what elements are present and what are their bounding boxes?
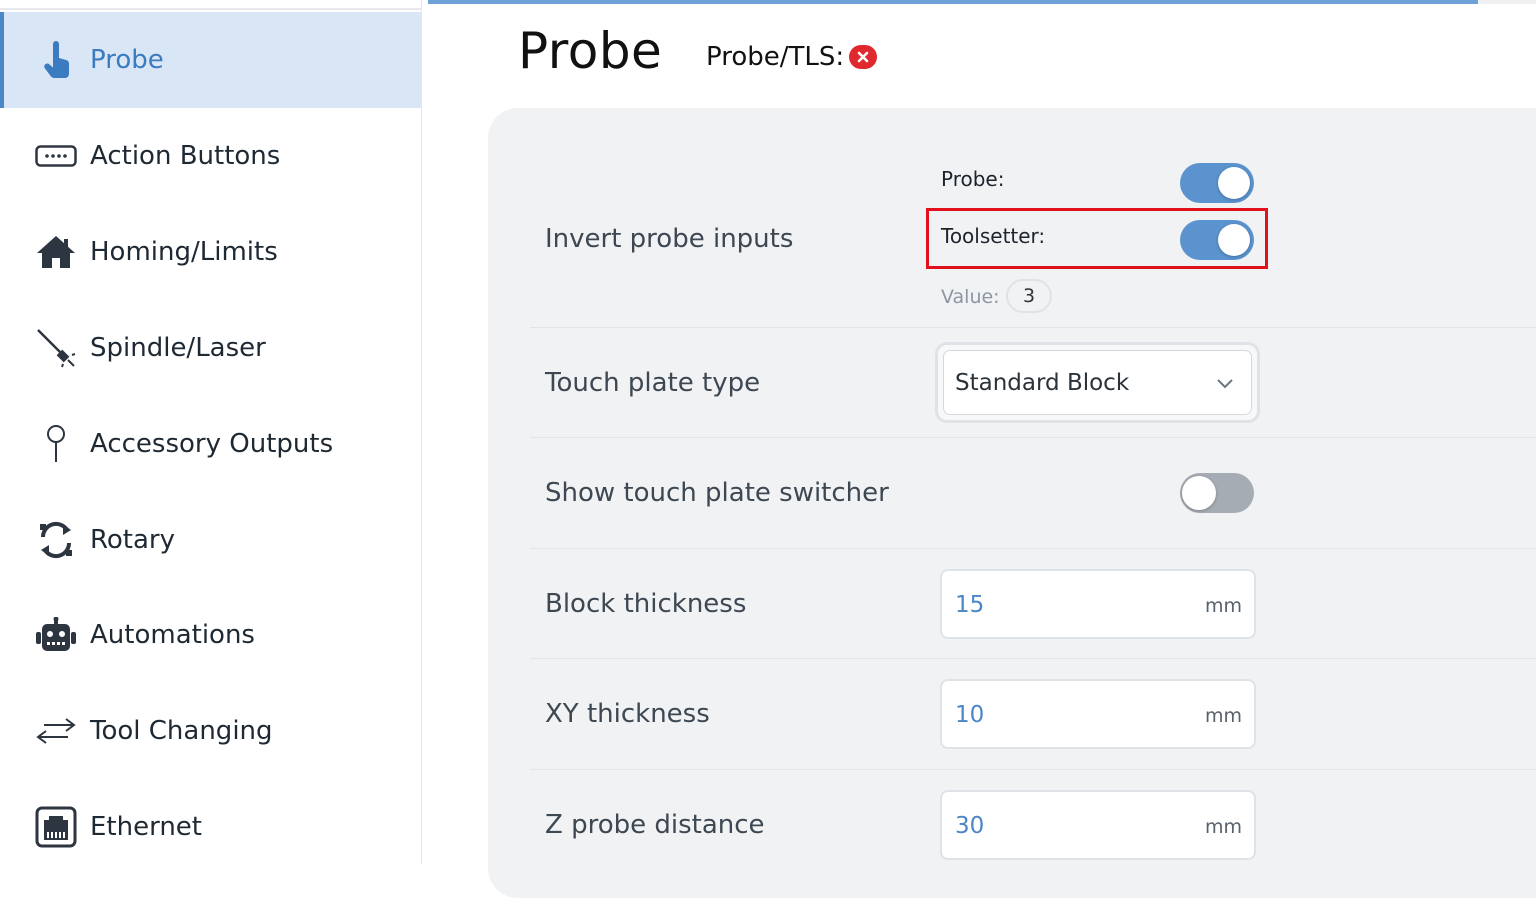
sidebar-top-divider [0, 8, 421, 10]
z-probe-distance-value: 30 [955, 813, 985, 839]
sidebar-item-label: Rotary [90, 525, 176, 555]
touch-plate-type-label: Touch plate type [545, 368, 761, 398]
sidebar-item-probe[interactable]: Probe [0, 12, 421, 108]
block-thickness-value: 15 [955, 592, 985, 618]
page-title: Probe [518, 22, 663, 80]
probe-invert-toggle[interactable] [1180, 163, 1254, 203]
sidebar-item-label: Accessory Outputs [90, 429, 334, 459]
toolsetter-invert-toggle[interactable] [1180, 220, 1254, 260]
sidebar-item-label: Tool Changing [90, 716, 273, 746]
sidebar-item-ethernet[interactable]: Ethernet [0, 779, 421, 875]
ethernet-port-icon [34, 805, 78, 849]
sidebar-item-action-buttons[interactable]: Action Buttons [0, 108, 421, 204]
xy-thickness-value: 10 [955, 702, 985, 728]
invert-probe-inputs-label: Invert probe inputs [545, 224, 794, 254]
show-touch-plate-switcher-label: Show touch plate switcher [545, 478, 889, 508]
toggle-knob [1218, 224, 1250, 256]
chevron-down-icon [1216, 374, 1234, 393]
toggle-knob [1182, 476, 1216, 510]
show-touch-plate-switcher-toggle[interactable] [1180, 473, 1254, 513]
robot-icon [34, 613, 78, 657]
row-divider [530, 769, 1536, 770]
xy-thickness-label: XY thickness [545, 699, 710, 729]
home-icon [34, 230, 78, 274]
row-divider [530, 327, 1536, 328]
toolsetter-toggle-label: Toolsetter: [941, 224, 1046, 248]
row-divider [530, 658, 1536, 659]
touch-plate-selected-value: Standard Block [955, 370, 1130, 396]
sidebar-item-accessory-outputs[interactable]: Accessory Outputs [0, 396, 421, 492]
block-thickness-unit: mm [1205, 595, 1243, 617]
rotate-icon [34, 518, 78, 562]
probe-toggle-label: Probe: [941, 167, 1005, 191]
sidebar-item-spindle-laser[interactable]: Spindle/Laser [0, 300, 421, 396]
sidebar-item-homing-limits[interactable]: Homing/Limits [0, 204, 421, 300]
settings-sidebar: Probe Action Buttons Homing/Limits Spind… [0, 0, 422, 864]
sidebar-item-rotary[interactable]: Rotary [0, 492, 421, 588]
pin-icon [34, 422, 78, 466]
row-divider [530, 437, 1536, 438]
sidebar-item-label: Action Buttons [90, 141, 281, 171]
sidebar-item-tool-changing[interactable]: Tool Changing [0, 683, 421, 779]
error-x-icon [849, 45, 877, 69]
z-probe-distance-unit: mm [1205, 816, 1243, 838]
sidebar-item-label: Automations [90, 620, 255, 650]
block-thickness-label: Block thickness [545, 589, 747, 619]
top-progress-track [1478, 0, 1536, 4]
probe-tls-status-label: Probe/TLS: [706, 42, 845, 72]
value-badge: 3 [1006, 279, 1052, 313]
swap-arrows-icon [34, 709, 78, 753]
sidebar-item-label: Spindle/Laser [90, 333, 266, 363]
sidebar-item-label: Homing/Limits [90, 237, 278, 267]
xy-thickness-unit: mm [1205, 705, 1243, 727]
sidebar-item-automations[interactable]: Automations [0, 587, 421, 683]
pointer-hand-icon [36, 38, 80, 82]
top-progress-bar [428, 0, 1478, 4]
z-probe-distance-label: Z probe distance [545, 810, 765, 840]
sidebar-item-label: Probe [90, 45, 164, 75]
sidebar-item-label: Ethernet [90, 812, 202, 842]
spindle-laser-icon [34, 326, 78, 370]
row-divider [530, 548, 1536, 549]
toggle-knob [1218, 167, 1250, 199]
keyboard-button-icon [34, 134, 78, 178]
value-label: Value: [941, 286, 1000, 308]
